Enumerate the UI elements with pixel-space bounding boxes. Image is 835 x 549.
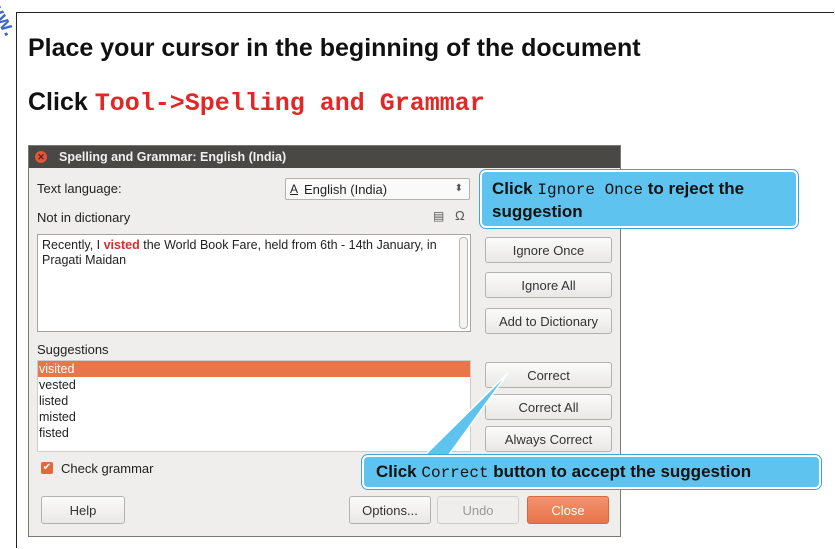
- callout-code: Correct: [421, 464, 489, 482]
- correct-callout-pointer: [422, 372, 509, 457]
- correct-callout: Click Correct button to accept the sugge…: [362, 455, 821, 489]
- callout-text: Click: [376, 462, 422, 481]
- callout-text: Click: [492, 179, 538, 198]
- callout-text: button to accept the suggestion: [488, 462, 752, 481]
- ignore-once-callout: Click Ignore Once to reject the suggesti…: [480, 170, 798, 228]
- callout-code: Ignore Once: [537, 181, 643, 199]
